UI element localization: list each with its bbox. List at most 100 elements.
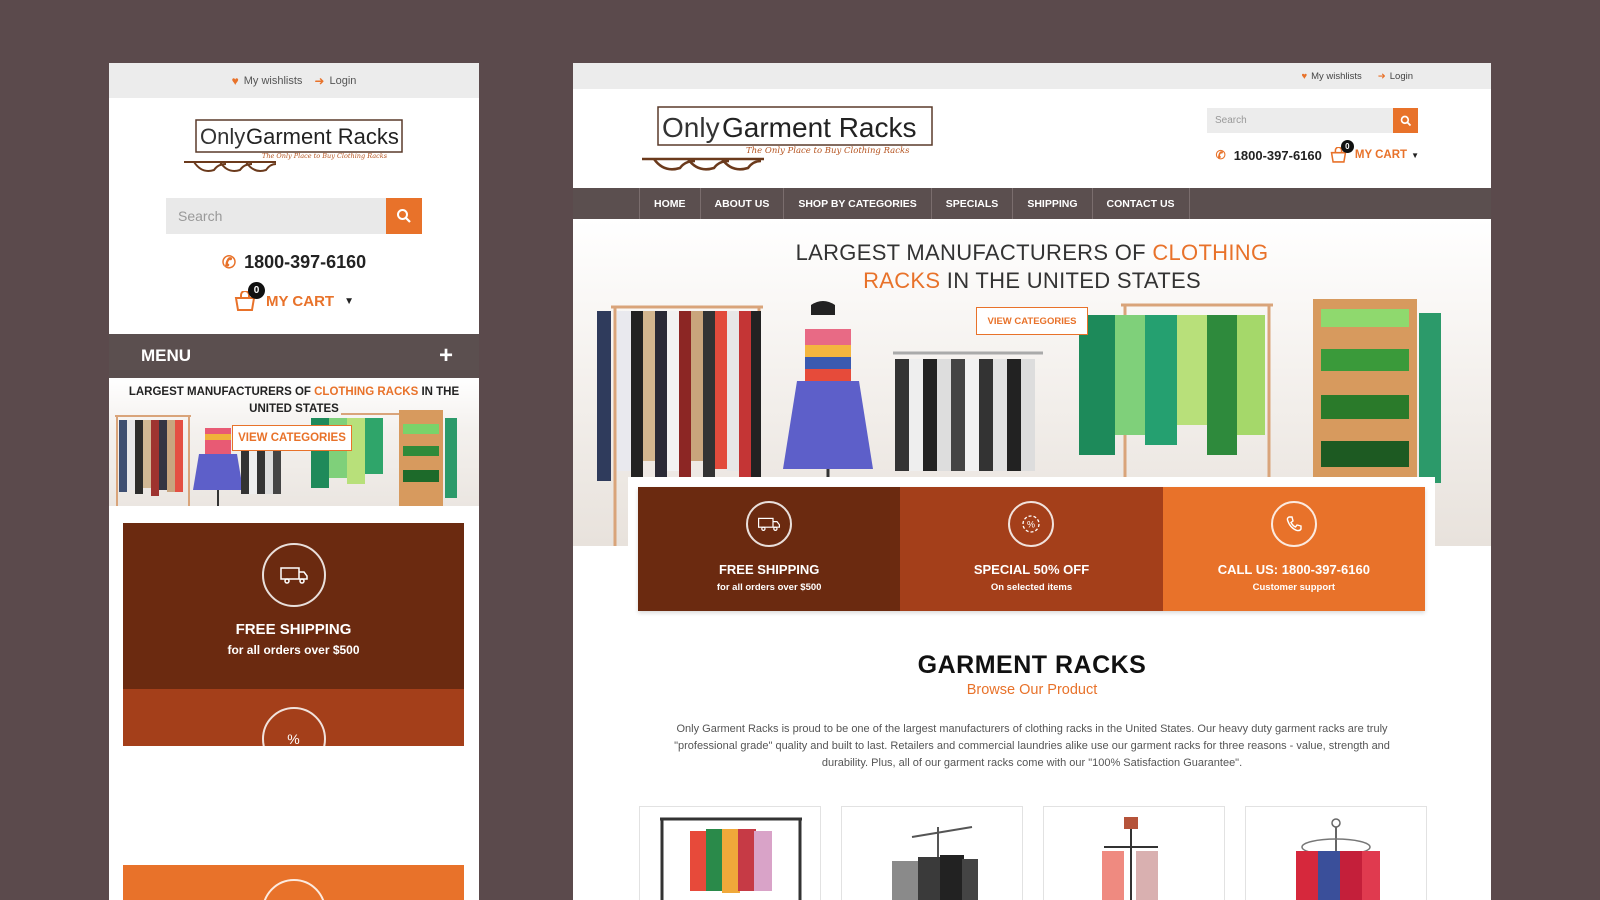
desktop-preview: ♥ My wishlists ➜ Login Only Garment Rack…: [573, 63, 1491, 900]
logo-tagline: The Only Place to Buy Clothing Racks: [262, 152, 388, 160]
desktop-topbar: ♥ My wishlists ➜ Login: [573, 63, 1491, 89]
feature-free-shipping: FREE SHIPPING for all orders over $500: [638, 487, 901, 611]
cart-count-badge: 0: [1340, 140, 1354, 153]
truck-icon: [746, 501, 793, 547]
feature-title: FREE SHIPPING: [235, 621, 352, 638]
desktop-search: Search: [1207, 108, 1418, 133]
login-icon: ➜: [1377, 70, 1386, 82]
product-card[interactable]: [1245, 806, 1427, 900]
hero-title-accent-2: RACKS: [863, 268, 941, 293]
heart-icon: ♥: [1301, 70, 1308, 82]
search-input[interactable]: Search: [166, 198, 386, 234]
feature-title: CALL US: 1800-397-6160: [1217, 562, 1370, 577]
mobile-preview: ♥ My wishlists ➜ Login Only Garment Rack…: [109, 63, 479, 900]
nav-about-us[interactable]: ABOUT US: [699, 188, 784, 219]
logo[interactable]: Only Garment Racks The Only Place to Buy…: [109, 116, 479, 178]
mobile-phone[interactable]: ✆ 1800-397-6160: [109, 252, 479, 273]
mobile-cart[interactable]: 0 MY CART ▼: [109, 282, 479, 311]
product-card[interactable]: [841, 806, 1023, 900]
search-button[interactable]: [1393, 108, 1418, 133]
phone-icon: ✆: [1215, 148, 1226, 162]
mobile-search: Search: [166, 198, 422, 234]
login-link[interactable]: ➜ Login: [1378, 71, 1413, 82]
discount-badge-icon: %: [261, 707, 326, 746]
feature-special-offer: % SPECIAL 50% OFF On selected items: [900, 487, 1163, 611]
hero-title-text: LARGEST MANUFACTURERS OF: [128, 386, 315, 398]
search-icon: [397, 209, 411, 223]
cart-label: MY CART: [1354, 149, 1408, 161]
plus-icon[interactable]: +: [439, 342, 453, 370]
desktop-contact-cart: ✆ 1800-397-6160 0 MY CART ▼: [1207, 140, 1419, 163]
nav-contact-us[interactable]: CONTACT US: [1091, 188, 1190, 219]
nav-shipping[interactable]: SHIPPING: [1012, 188, 1091, 219]
login-link[interactable]: ➜ Login: [314, 74, 356, 88]
logo-main-text: Garment Racks: [722, 112, 917, 143]
wishlist-label: My wishlists: [243, 74, 303, 87]
phone-number[interactable]: 1800-397-6160: [1234, 148, 1322, 163]
product-image: [660, 817, 802, 900]
mobile-feature-free-shipping: FREE SHIPPING for all orders over $500: [123, 523, 464, 689]
feature-subtitle: for all orders over $500: [716, 582, 822, 593]
logo[interactable]: Only Garment Racks The Only Place to Buy…: [638, 105, 938, 182]
phone-number: 1800-397-6160: [244, 252, 367, 272]
heart-icon: ♥: [231, 73, 239, 88]
search-icon: [1400, 115, 1411, 126]
truck-icon: [261, 543, 326, 607]
logo-image: Only Garment Racks The Only Place to Buy…: [184, 119, 403, 172]
wishlist-link[interactable]: ♥ My wishlists: [232, 74, 303, 88]
phone-icon: [261, 879, 326, 900]
search-input[interactable]: Search: [1207, 108, 1393, 133]
chevron-down-icon: ▼: [1411, 150, 1419, 160]
hero-title-accent: CLOTHING: [1152, 240, 1269, 265]
section-subtitle: Browse Our Product: [966, 682, 1098, 698]
section-title: GARMENT RACKS: [917, 651, 1147, 679]
product-grid: [639, 806, 1427, 900]
phone-icon: [1270, 501, 1317, 547]
product-image: [1296, 818, 1380, 900]
feature-subtitle: for all orders over $500: [227, 643, 360, 657]
mobile-topbar: ♥ My wishlists ➜ Login: [109, 63, 479, 98]
search-button[interactable]: [386, 198, 422, 234]
feature-call-us: CALL US: 1800-397-6160 Customer support: [1162, 487, 1425, 611]
mobile-menu-bar[interactable]: MENU +: [109, 334, 479, 378]
hero-title-text: LARGEST MANUFACTURERS OF: [795, 240, 1153, 265]
mobile-feature-call: [123, 865, 464, 900]
search-placeholder: Search: [1215, 115, 1247, 126]
main-navigation: HOME ABOUT US SHOP BY CATEGORIES SPECIAL…: [573, 188, 1491, 219]
login-label: Login: [329, 74, 357, 87]
logo-tagline: The Only Place to Buy Clothing Racks: [746, 146, 910, 156]
cart-button[interactable]: MY CART ▼: [1355, 149, 1419, 161]
search-placeholder: Search: [178, 208, 223, 224]
nav-shop-by-categories[interactable]: SHOP BY CATEGORIES: [783, 188, 930, 219]
discount-badge-icon: %: [1008, 501, 1055, 547]
hanger-icon: [642, 157, 764, 171]
feature-title: SPECIAL 50% OFF: [973, 562, 1090, 577]
mobile-hero-title: LARGEST MANUFACTURERS OF CLOTHING RACKS …: [109, 384, 479, 418]
product-image: [892, 826, 978, 900]
nav-home[interactable]: HOME: [639, 188, 700, 219]
nav-specials[interactable]: SPECIALS: [930, 188, 1013, 219]
product-card[interactable]: [1043, 806, 1225, 900]
logo-main-text: Garment Racks: [246, 124, 399, 149]
section-description: Only Garment Racks is proud to be one of…: [674, 723, 1390, 769]
shopping-bag-icon: 0: [234, 282, 266, 311]
mobile-feature-special: %: [123, 689, 464, 746]
login-label: Login: [1389, 70, 1413, 82]
wishlist-link[interactable]: ♥ My wishlists: [1301, 71, 1361, 82]
phone-icon: ✆: [221, 252, 237, 272]
shopping-bag-icon[interactable]: 0: [1330, 140, 1354, 163]
feature-subtitle: Customer support: [1252, 582, 1335, 593]
view-categories-button[interactable]: VIEW CATEGORIES: [232, 425, 352, 451]
product-card[interactable]: [639, 806, 821, 900]
logo-image: Only Garment Racks The Only Place to Buy…: [642, 106, 933, 171]
logo-only-text: Only: [200, 124, 245, 149]
percent-icon: %: [287, 731, 300, 746]
view-categories-button[interactable]: VIEW CATEGORIES: [976, 307, 1088, 335]
product-image: [1102, 817, 1158, 900]
cart-count-badge: 0: [248, 282, 266, 299]
hanger-icon: [184, 161, 277, 172]
login-icon: ➜: [314, 73, 325, 88]
wishlist-label: My wishlists: [1311, 70, 1362, 82]
logo-only-text: Only: [662, 112, 720, 143]
feature-strip: FREE SHIPPING for all orders over $500 %…: [628, 477, 1435, 616]
